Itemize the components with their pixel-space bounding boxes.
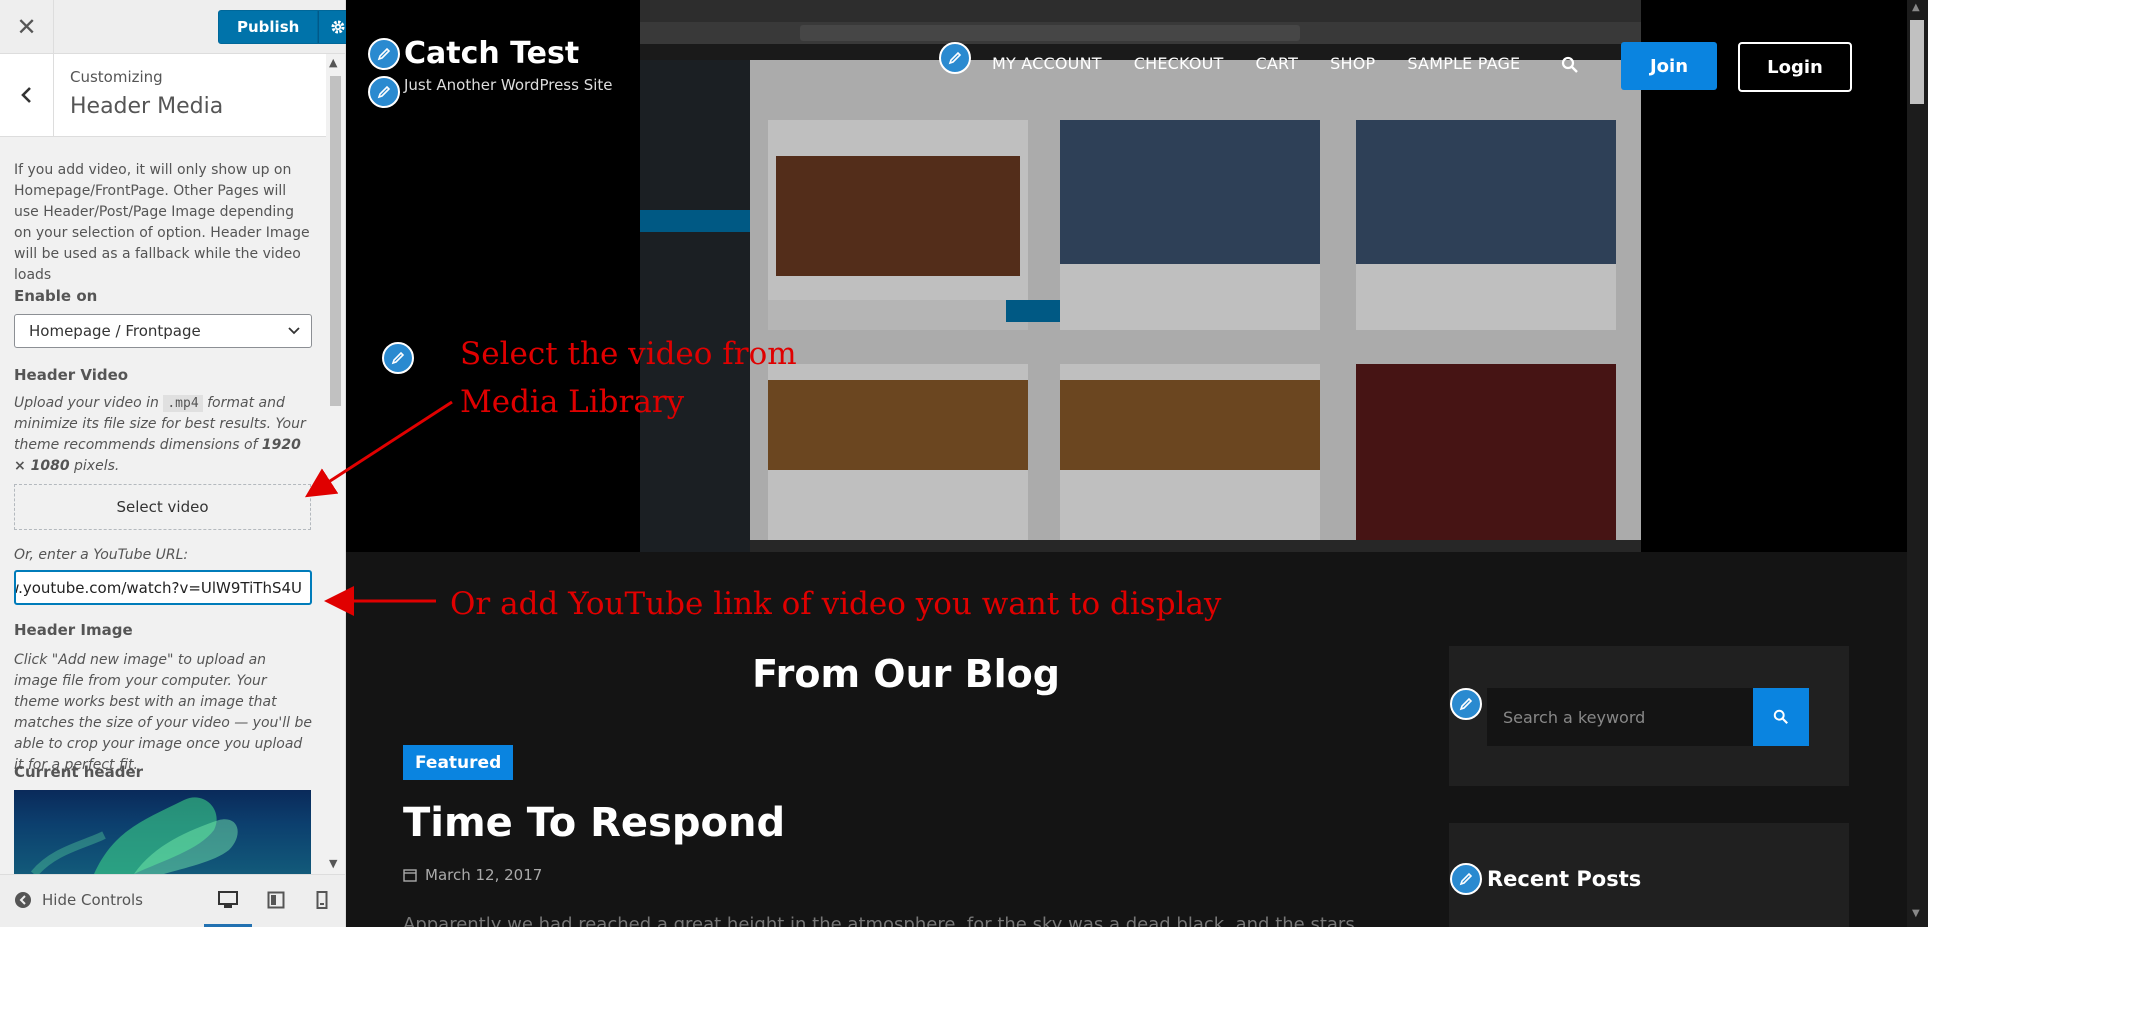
header-media-description: If you add video, it will only show up o…: [14, 162, 310, 283]
current-header-label: Current header: [14, 763, 144, 781]
pencil-icon: [948, 51, 962, 65]
widget-search-input[interactable]: Search a keyword: [1487, 688, 1753, 746]
section-title: Header Media: [70, 94, 224, 119]
hide-controls-button[interactable]: Hide Controls: [14, 891, 143, 909]
login-button[interactable]: Login: [1738, 42, 1852, 92]
header-video-frame: [640, 0, 1641, 552]
enable-on-value: Homepage / Frontpage: [29, 322, 201, 340]
edit-site-title-button[interactable]: [368, 38, 400, 70]
category-badge[interactable]: Featured: [403, 745, 514, 780]
preview-tablet-button[interactable]: [262, 887, 290, 913]
video-desc-after: pixels.: [74, 458, 120, 474]
edit-menu-button[interactable]: [939, 42, 971, 74]
video-format-code: .mp4: [163, 395, 203, 412]
scrollbar-thumb[interactable]: [330, 76, 341, 406]
close-icon: ✕: [16, 12, 37, 41]
select-video-button[interactable]: Select video: [14, 484, 311, 530]
annotation-select-video-line1: Select the video from: [460, 336, 797, 372]
pencil-icon: [377, 47, 391, 61]
customizer-header: ✕ Publish: [0, 0, 359, 54]
post-date-text: March 12, 2017: [425, 866, 543, 884]
preview-scrollbar-thumb[interactable]: [1910, 20, 1924, 104]
recent-posts-title: Recent Posts: [1487, 867, 1642, 891]
post-excerpt: Apparently we had reached a great height…: [403, 914, 1355, 927]
search-icon: [1773, 709, 1788, 724]
app-window: ✕ Publish Customizing Header Media ▲ ▼ I…: [0, 0, 1928, 927]
video-screenshot-graphic: [640, 0, 1641, 552]
preview-scrollbar[interactable]: ▲ ▼: [1907, 0, 1928, 927]
preview-scroll-up-icon[interactable]: ▲: [1912, 2, 1920, 13]
calendar-icon: [403, 869, 417, 882]
customizer-footer: Hide Controls: [0, 874, 345, 927]
chevron-left-icon: [20, 87, 31, 103]
annotation-youtube-note: Or add YouTube link of video you want to…: [450, 586, 1222, 622]
current-header-image: [14, 790, 311, 874]
youtube-url-label: Or, enter a YouTube URL:: [14, 547, 189, 563]
youtube-url-input[interactable]: w.youtube.com/watch?v=UlW9TiThS4U: [14, 570, 312, 605]
back-button[interactable]: [0, 54, 54, 136]
section-header: Customizing Header Media: [0, 54, 326, 137]
join-button[interactable]: Join: [1621, 42, 1717, 90]
enable-on-label: Enable on: [14, 287, 98, 305]
publish-group: Publish: [218, 10, 359, 44]
site-preview: Catch Test Just Another WordPress Site M…: [346, 0, 1928, 927]
edit-recent-posts-button[interactable]: [1450, 863, 1482, 895]
site-title[interactable]: Catch Test: [404, 36, 579, 71]
preview-desktop-button[interactable]: [214, 887, 242, 913]
post-title[interactable]: Time To Respond: [403, 800, 785, 846]
edit-tagline-button[interactable]: [368, 76, 400, 108]
search-icon: [1561, 56, 1578, 73]
video-desc-before: Upload your video in: [14, 395, 159, 411]
pencil-icon: [391, 351, 405, 365]
collapse-arrow-icon: [15, 892, 31, 908]
customizer-sidebar: ✕ Publish Customizing Header Media ▲ ▼ I…: [0, 0, 359, 927]
blog-section-heading: From Our Blog: [752, 652, 1060, 696]
recent-posts-widget: Recent Posts: [1449, 823, 1849, 927]
widget-search-button[interactable]: [1753, 688, 1809, 746]
scroll-up-icon[interactable]: ▲: [329, 56, 337, 69]
nav-my-account[interactable]: MY ACCOUNT: [992, 54, 1102, 73]
active-device-indicator: [204, 924, 252, 927]
pencil-icon: [1459, 697, 1473, 711]
enable-on-select[interactable]: Homepage / Frontpage: [14, 314, 312, 348]
close-customizer-button[interactable]: ✕: [0, 0, 54, 53]
post-date: March 12, 2017: [403, 866, 542, 884]
breadcrumb: Customizing: [70, 68, 163, 86]
nav-cart[interactable]: CART: [1256, 54, 1299, 73]
pencil-icon: [377, 85, 391, 99]
preview-mobile-button[interactable]: [308, 887, 336, 913]
chevron-down-icon: [288, 327, 300, 335]
publish-button[interactable]: Publish: [218, 10, 319, 44]
tablet-icon: [267, 891, 285, 909]
header-image-description: Click "Add new image" to upload an image…: [14, 652, 312, 773]
gear-icon: [331, 20, 345, 34]
preview-scroll-down-icon[interactable]: ▼: [1912, 908, 1920, 919]
pencil-icon: [1459, 872, 1473, 886]
annotation-select-video-line2: Media Library: [460, 384, 685, 420]
search-widget: Search a keyword: [1449, 646, 1849, 786]
header-media-area: Catch Test Just Another WordPress Site M…: [346, 0, 1907, 552]
primary-nav: MY ACCOUNT CHECKOUT CART SHOP SAMPLE PAG…: [992, 54, 1520, 73]
edit-search-widget-button[interactable]: [1450, 688, 1482, 720]
mobile-icon: [316, 891, 328, 909]
header-video-description: Upload your video in .mp4 format and min…: [14, 393, 314, 477]
hide-controls-label: Hide Controls: [42, 891, 144, 909]
nav-shop[interactable]: SHOP: [1330, 54, 1375, 73]
nav-search-toggle[interactable]: [1561, 56, 1579, 78]
nav-checkout[interactable]: CHECKOUT: [1134, 54, 1224, 73]
desktop-icon: [218, 891, 238, 908]
header-video-label: Header Video: [14, 366, 129, 384]
scroll-down-icon[interactable]: ▼: [329, 857, 337, 870]
nav-sample-page[interactable]: SAMPLE PAGE: [1407, 54, 1520, 73]
header-image-label: Header Image: [14, 621, 133, 639]
sidebar-scrollbar[interactable]: ▲ ▼: [326, 54, 345, 874]
site-tagline: Just Another WordPress Site: [404, 76, 613, 94]
aurora-thumbnail: [30, 797, 238, 874]
edit-header-media-button[interactable]: [382, 342, 414, 374]
